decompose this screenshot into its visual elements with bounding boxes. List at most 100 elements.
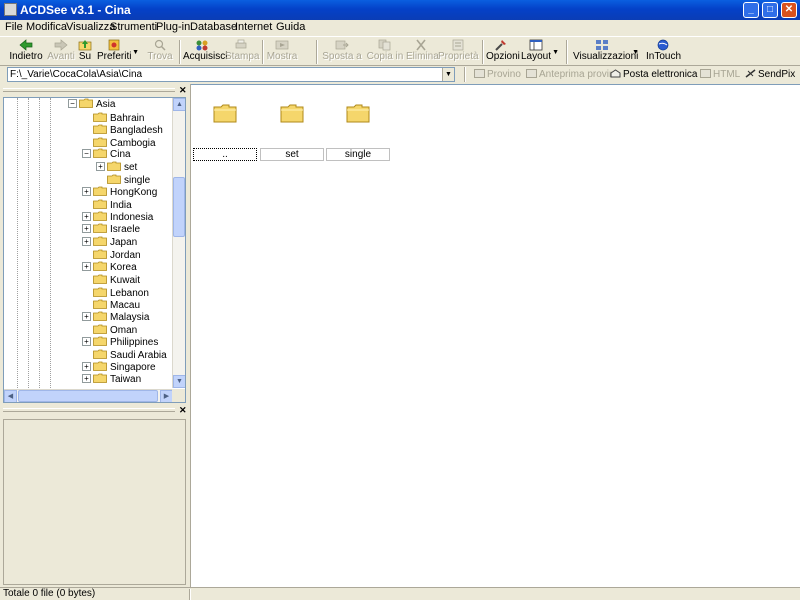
acquire-button[interactable]: Acquisisci [183, 39, 227, 65]
chevron-down-icon[interactable]: ▼ [132, 49, 139, 56]
tree-item-asia[interactable]: − Asia [68, 98, 115, 110]
tree-expander-icon[interactable] [82, 248, 91, 257]
file-list[interactable]: .. set single [191, 84, 800, 587]
favorites-button[interactable]: Preferiti ▼ [97, 39, 139, 65]
tree-expander-icon[interactable]: + [96, 161, 105, 171]
menu-file[interactable]: File [5, 21, 23, 33]
tree-item-cambogia[interactable]: Cambogia [82, 136, 156, 149]
options-button[interactable]: Opzioni [486, 39, 520, 65]
layout-button[interactable]: Layout ▼ [521, 39, 559, 65]
tree-expander-icon[interactable]: + [82, 361, 91, 371]
scroll-left-icon[interactable]: ◀ [4, 390, 17, 402]
tree-item-israele[interactable]: + Israele [82, 223, 140, 235]
delete-button[interactable]: Elimina [406, 39, 439, 65]
tree-item-japan[interactable]: + Japan [82, 236, 137, 248]
preview-panel-grip[interactable] [3, 408, 175, 412]
tree-expander-icon[interactable]: − [82, 149, 91, 158]
menu-tools[interactable]: Strumenti [110, 21, 157, 33]
tree-close-icon[interactable]: ✕ [179, 85, 187, 96]
tree-item-indonesia[interactable]: + Indonesia [82, 211, 153, 223]
tree-item-set[interactable]: + set [96, 161, 137, 173]
properties-button[interactable]: Proprietà [438, 39, 479, 65]
tree-expander-icon[interactable]: + [82, 186, 91, 196]
preview-close-icon[interactable]: ✕ [179, 405, 187, 416]
close-button[interactable]: ✕ [781, 2, 797, 18]
tree-horizontal-scrollbar[interactable]: ◀ ▶ [4, 389, 173, 402]
file-item-single[interactable]: single [325, 99, 391, 161]
back-button[interactable]: Indietro [8, 39, 44, 65]
tree-expander-icon[interactable]: − [68, 99, 77, 108]
tree-expander-icon[interactable] [82, 348, 91, 357]
tree-item-saudi-arabia[interactable]: Saudi Arabia [82, 348, 167, 361]
slideshow-button[interactable]: Mostra [266, 39, 298, 65]
tree-panel-grip[interactable] [3, 88, 175, 92]
tree-expander-icon[interactable]: + [82, 374, 91, 383]
menu-help[interactable]: Guida [276, 21, 305, 33]
copy-to-button[interactable]: Copia in [366, 39, 404, 65]
tree-expander-icon[interactable]: + [82, 211, 91, 221]
tree-expander-icon[interactable] [82, 298, 91, 307]
tree-item-singapore[interactable]: + Singapore [82, 361, 156, 373]
email-button[interactable]: Posta elettronica [610, 69, 698, 80]
forward-button[interactable]: Avanti [47, 39, 75, 65]
tree-item-cina[interactable]: − Cina [82, 148, 131, 160]
contact-sheet-button[interactable]: Provino [474, 69, 521, 80]
print-button[interactable]: Stampa [225, 39, 259, 65]
find-button[interactable]: Trova [146, 39, 174, 65]
tree-expander-icon[interactable] [82, 273, 91, 282]
views-button[interactable]: Visualizzazioni ▼ [573, 39, 639, 65]
app-icon[interactable] [4, 3, 17, 16]
tree-expander-icon[interactable]: + [82, 311, 91, 321]
file-item-parent[interactable]: .. [192, 99, 258, 161]
sendpix-button[interactable]: SendPix [745, 69, 795, 80]
tree-expander-icon[interactable] [82, 323, 91, 332]
tree-item-korea[interactable]: + Korea [82, 261, 137, 273]
tree-expander-icon[interactable] [96, 173, 105, 182]
tree-vertical-scrollbar[interactable]: ▲ ▼ [172, 98, 185, 388]
chevron-down-icon[interactable]: ▼ [552, 49, 559, 56]
address-field[interactable]: F:\_Varie\CocaCola\Asia\Cina ▼ [7, 67, 455, 82]
menu-view[interactable]: Visualizza [66, 21, 115, 33]
menu-internet[interactable]: Internet [235, 21, 272, 33]
menu-edit[interactable]: Modifica [26, 21, 67, 33]
up-button[interactable]: Su [77, 39, 93, 65]
scroll-down-icon[interactable]: ▼ [173, 375, 185, 388]
tree-expander-icon[interactable] [82, 286, 91, 295]
tree-item-malaysia[interactable]: + Malaysia [82, 311, 149, 323]
chevron-down-icon[interactable]: ▼ [442, 68, 454, 81]
tree-item-bangladesh[interactable]: Bangladesh [82, 123, 163, 136]
scroll-up-icon[interactable]: ▲ [173, 98, 185, 111]
tree-expander-icon[interactable] [82, 136, 91, 145]
tree-item-hongkong[interactable]: + HongKong [82, 186, 157, 198]
contact-preview-button[interactable]: Anteprima provino [526, 69, 620, 80]
tree-expander-icon[interactable]: + [82, 224, 91, 233]
tree-item-kuwait[interactable]: Kuwait [82, 273, 140, 286]
html-button[interactable]: HTML [700, 69, 740, 80]
tree-item-taiwan[interactable]: + Taiwan [82, 373, 141, 385]
tree-item-bahrain[interactable]: Bahrain [82, 111, 144, 124]
tree-expander-icon[interactable]: + [82, 261, 91, 271]
folder-tree[interactable]: − Asia Bahrain Bangladesh Cambogia − Cina + set s… [3, 97, 186, 403]
tree-item-macau[interactable]: Macau [82, 298, 140, 311]
menu-database[interactable]: Database [190, 21, 237, 33]
move-to-button[interactable]: Sposta a [322, 39, 362, 65]
tree-item-jordan[interactable]: Jordan [82, 248, 141, 261]
maximize-button[interactable]: □ [762, 2, 778, 18]
minimize-button[interactable]: _ [743, 2, 759, 18]
tree-item-india[interactable]: India [82, 198, 132, 211]
tree-item-single[interactable]: single [96, 173, 150, 186]
scroll-thumb[interactable] [18, 390, 158, 402]
tree-item-lebanon[interactable]: Lebanon [82, 286, 149, 299]
menu-plugin[interactable]: Plug-in [156, 21, 190, 33]
tree-expander-icon[interactable]: + [82, 336, 91, 346]
chevron-down-icon[interactable]: ▼ [632, 49, 639, 56]
tree-item-philippines[interactable]: + Philippines [82, 336, 158, 348]
tree-expander-icon[interactable] [82, 123, 91, 132]
tree-item-oman[interactable]: Oman [82, 323, 137, 336]
tree-expander-icon[interactable] [82, 198, 91, 207]
intouch-button[interactable]: InTouch [646, 39, 681, 65]
tree-expander-icon[interactable]: + [82, 236, 91, 246]
scroll-thumb[interactable] [173, 177, 185, 237]
file-item-set[interactable]: set [259, 99, 325, 161]
tree-expander-icon[interactable] [82, 111, 91, 120]
